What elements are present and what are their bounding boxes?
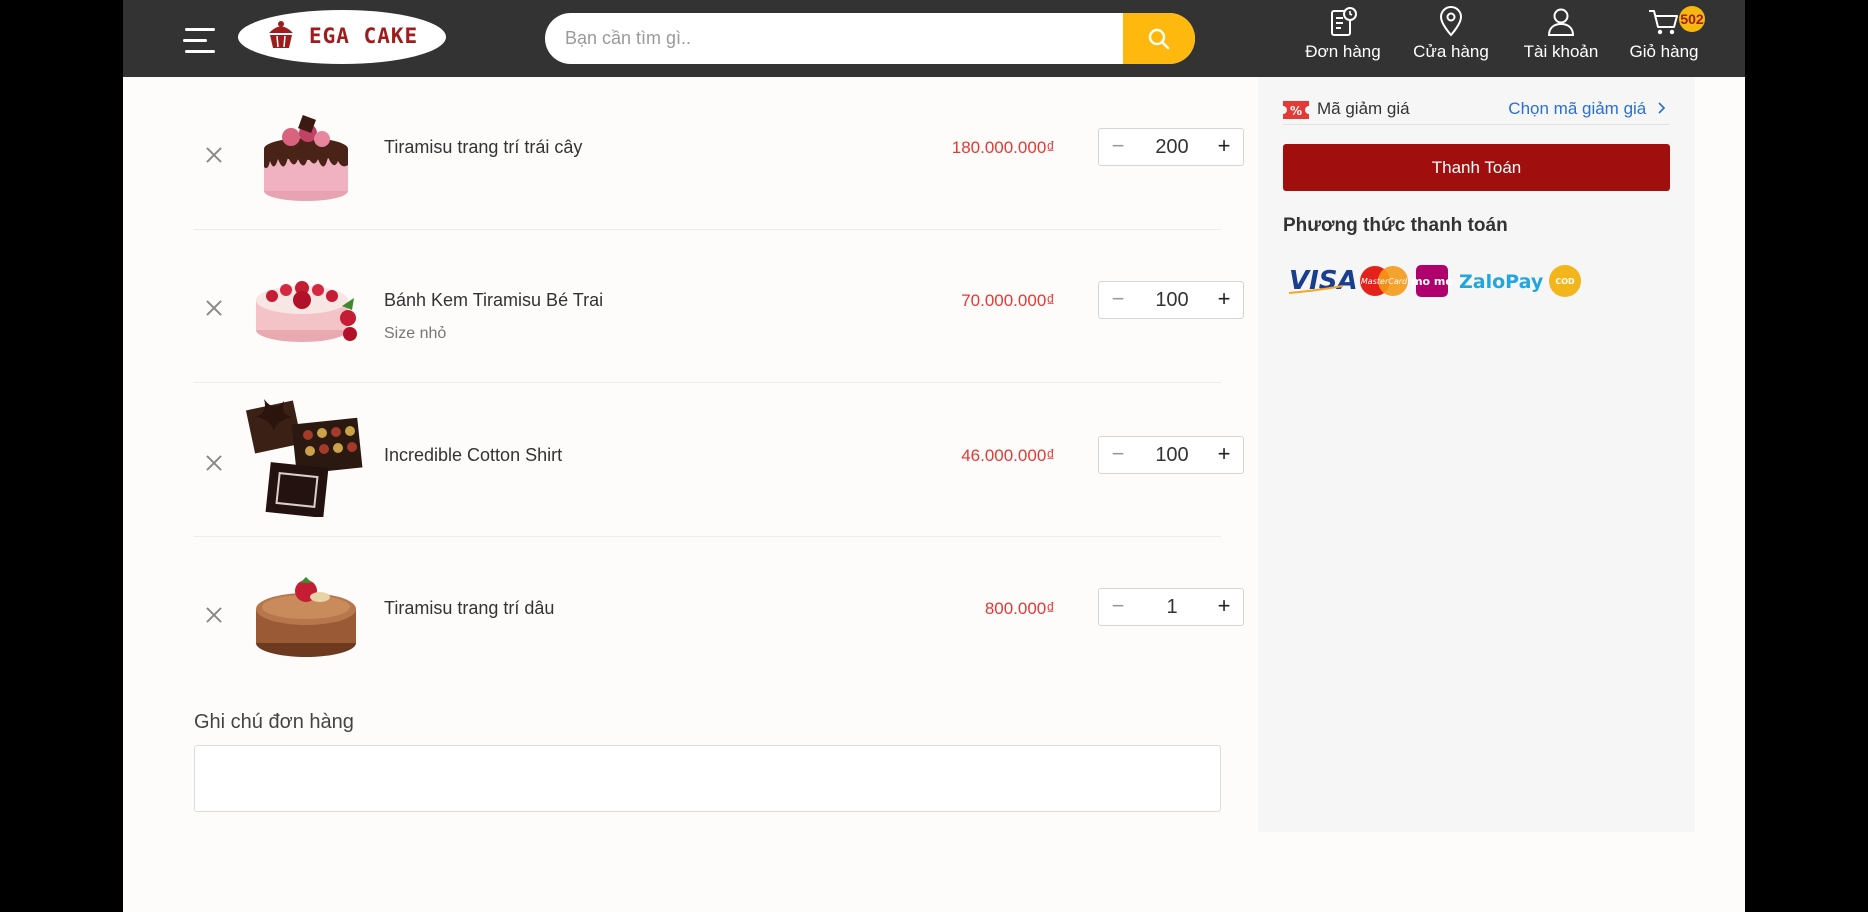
nav-stores-label: Cửa hàng	[1413, 42, 1489, 61]
coupon-icon: %	[1283, 101, 1309, 119]
remove-item-icon[interactable]	[206, 607, 222, 623]
svg-text:COD: COD	[1555, 277, 1575, 286]
quantity-input[interactable]: 100	[1137, 282, 1207, 318]
nav-cart-label: Giỏ hàng	[1629, 42, 1699, 61]
logo-text: EGA CAKE	[309, 24, 419, 48]
svg-text:MasterCard: MasterCard	[1361, 277, 1408, 286]
cart-count-badge: 502	[1679, 6, 1705, 32]
svg-text:%: %	[1290, 104, 1302, 118]
order-note-label: Ghi chú đơn hàng	[194, 711, 354, 733]
increase-qty-button[interactable]: +	[1205, 282, 1243, 318]
cart-icon	[1649, 10, 1678, 35]
cart-row: Tiramisu trang trí trái cây 180.000.000₫…	[194, 77, 1244, 230]
site-logo[interactable]: EGA CAKE	[237, 8, 447, 66]
remove-item-icon[interactable]	[206, 300, 222, 316]
payment-method-icons: VISA MasterCard mo mo ZaloPay COD	[1288, 265, 1581, 297]
product-image	[246, 399, 363, 517]
user-icon	[1547, 8, 1575, 36]
order-summary-panel: % Mã giảm giá Chọn mã giảm giá Thanh Toá…	[1258, 77, 1695, 832]
quantity-input[interactable]: 100	[1137, 437, 1207, 473]
quantity-stepper: − 100 +	[1098, 436, 1244, 474]
increase-qty-button[interactable]: +	[1205, 129, 1243, 165]
cart-row: Tiramisu trang trí dâu 800.000₫ − 1 +	[194, 537, 1244, 690]
orders-icon	[1331, 7, 1357, 36]
product-name[interactable]: Incredible Cotton Shirt	[384, 445, 562, 466]
choose-coupon-label: Chọn mã giảm giá	[1508, 99, 1647, 118]
decrease-qty-button[interactable]: −	[1099, 437, 1137, 473]
cart-row: Bánh Kem Tiramisu Bé Trai Size nhỏ 70.00…	[194, 230, 1244, 383]
site-header: EGA CAKE Đơn hàng	[123, 0, 1745, 77]
nav-account[interactable]: Tài khoản	[1516, 6, 1606, 70]
decrease-qty-button[interactable]: −	[1099, 589, 1137, 625]
product-image	[256, 281, 357, 342]
product-name[interactable]: Tiramisu trang trí dâu	[384, 598, 554, 619]
product-price: 800.000₫	[984, 599, 1055, 618]
search-bar	[545, 13, 1195, 64]
nav-stores[interactable]: Cửa hàng	[1405, 6, 1497, 70]
payment-methods-title: Phương thức thanh toán	[1283, 215, 1508, 236]
page: EGA CAKE Đơn hàng	[123, 0, 1745, 912]
quantity-input[interactable]: 1	[1137, 589, 1207, 625]
decrease-qty-button[interactable]: −	[1099, 282, 1137, 318]
search-input[interactable]	[545, 13, 1123, 64]
decrease-qty-button[interactable]: −	[1099, 129, 1137, 165]
cod-icon: COD	[1549, 265, 1581, 297]
quantity-stepper: − 200 +	[1098, 128, 1244, 166]
remove-item-icon[interactable]	[206, 455, 222, 471]
visa-icon: VISA	[1288, 266, 1358, 296]
product-image	[264, 115, 348, 201]
chevron-right-icon	[1658, 102, 1666, 114]
product-name[interactable]: Tiramisu trang trí trái cây	[384, 137, 582, 158]
nav-account-label: Tài khoản	[1523, 42, 1599, 61]
product-name[interactable]: Bánh Kem Tiramisu Bé Trai	[384, 290, 603, 311]
cart-row: Incredible Cotton Shirt 46.000.000₫ − 10…	[194, 383, 1244, 537]
product-variant: Size nhỏ	[384, 325, 447, 342]
nav-orders[interactable]: Đơn hàng	[1297, 6, 1389, 70]
checkout-button[interactable]: Thanh Toán	[1283, 144, 1670, 191]
momo-icon: mo mo	[1411, 265, 1453, 297]
quantity-stepper: − 100 +	[1098, 281, 1244, 319]
increase-qty-button[interactable]: +	[1205, 437, 1243, 473]
order-note-input[interactable]	[194, 745, 1221, 812]
search-icon	[1148, 28, 1170, 49]
quantity-stepper: − 1 +	[1098, 588, 1244, 626]
remove-item-icon[interactable]	[206, 147, 222, 163]
nav-orders-label: Đơn hàng	[1305, 42, 1381, 61]
nav-cart[interactable]: 502 Giỏ hàng	[1625, 6, 1705, 70]
svg-text:ZaloPay: ZaloPay	[1459, 271, 1544, 293]
mastercard-icon: MasterCard	[1360, 266, 1408, 296]
product-price: 180.000.000₫	[951, 138, 1055, 157]
choose-coupon-link[interactable]: Chọn mã giảm giá	[1508, 99, 1667, 119]
svg-text:mo mo: mo mo	[1411, 275, 1453, 288]
zalopay-icon: ZaloPay	[1459, 271, 1544, 293]
quantity-input[interactable]: 200	[1137, 129, 1207, 165]
product-price: 46.000.000₫	[961, 446, 1055, 465]
hamburger-menu-icon[interactable]	[183, 28, 215, 54]
coupon-label: Mã giảm giá	[1317, 99, 1410, 118]
product-price: 70.000.000₫	[961, 291, 1055, 310]
location-icon	[1439, 6, 1463, 37]
product-image	[256, 577, 356, 657]
increase-qty-button[interactable]: +	[1205, 589, 1243, 625]
search-button[interactable]	[1123, 13, 1195, 64]
coupon-row: % Mã giảm giá Chọn mã giảm giá	[1283, 89, 1669, 125]
